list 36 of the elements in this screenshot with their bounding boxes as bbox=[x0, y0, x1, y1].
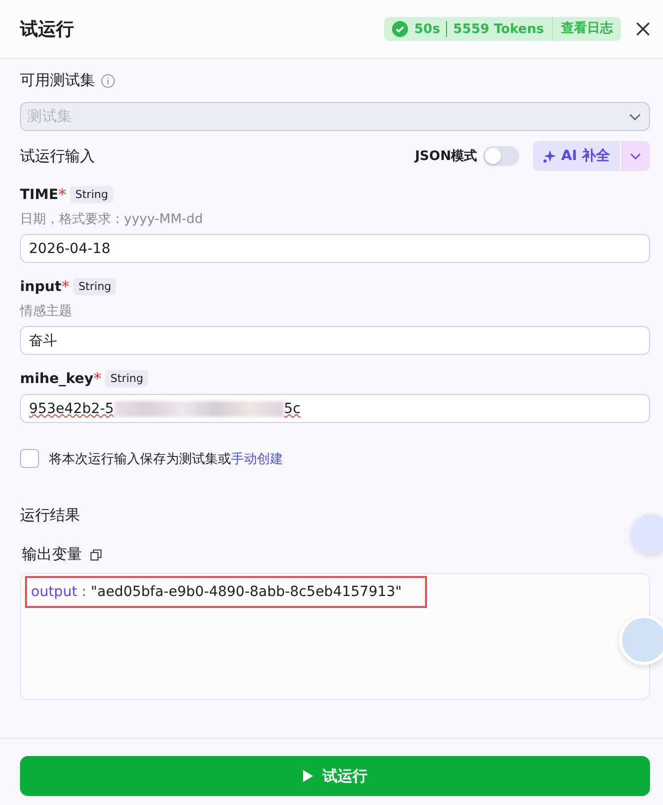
field-name: input bbox=[20, 278, 62, 294]
run-duration: 50s bbox=[414, 22, 440, 36]
section-label: 试运行输入 bbox=[20, 146, 96, 166]
token-count: 5559 Tokens bbox=[453, 22, 544, 36]
section-label: 运行结果 bbox=[20, 506, 81, 525]
field-hint: 日期，格式要求：yyyy-MM-dd bbox=[20, 211, 204, 228]
field-name: TIME bbox=[20, 186, 58, 202]
manual-create-link[interactable]: 手动创建 bbox=[231, 452, 283, 466]
required-mark: * bbox=[61, 277, 70, 296]
ai-options-button[interactable] bbox=[620, 141, 650, 171]
field-name: mihe_key bbox=[20, 370, 94, 386]
info-icon[interactable] bbox=[101, 74, 115, 88]
input-field[interactable]: 2026-04-18 bbox=[20, 234, 650, 263]
save-checkbox[interactable] bbox=[20, 449, 39, 468]
output-variables-label: 输出变量 bbox=[22, 545, 82, 564]
json-mode-label: JSON模式 bbox=[414, 148, 478, 165]
json-mode-toggle[interactable] bbox=[483, 146, 520, 166]
input-field[interactable]: 奋斗 bbox=[20, 326, 650, 355]
window-title: 试运行 bbox=[20, 18, 75, 41]
close-icon[interactable] bbox=[635, 21, 651, 37]
run-button[interactable]: 试运行 bbox=[20, 756, 650, 796]
sparkle-icon bbox=[543, 150, 556, 162]
play-icon bbox=[302, 770, 312, 782]
required-mark: * bbox=[58, 185, 66, 204]
input-field[interactable]: 953e42b2-5 5c bbox=[20, 394, 650, 423]
chevron-down-icon bbox=[629, 112, 641, 120]
section-label: 可用测试集 bbox=[20, 71, 95, 90]
ai-complete-button[interactable]: AI 补全 bbox=[533, 141, 620, 171]
chevron-down-icon bbox=[630, 152, 641, 160]
save-option-text: 将本次运行输入保存为测试集或手动创建 bbox=[49, 450, 283, 468]
required-mark: * bbox=[93, 369, 102, 388]
type-tag: String bbox=[70, 186, 114, 203]
type-tag: String bbox=[105, 370, 148, 387]
field-hint: 情感主题 bbox=[20, 303, 73, 320]
copy-icon[interactable] bbox=[90, 548, 102, 560]
type-tag: String bbox=[73, 278, 116, 295]
